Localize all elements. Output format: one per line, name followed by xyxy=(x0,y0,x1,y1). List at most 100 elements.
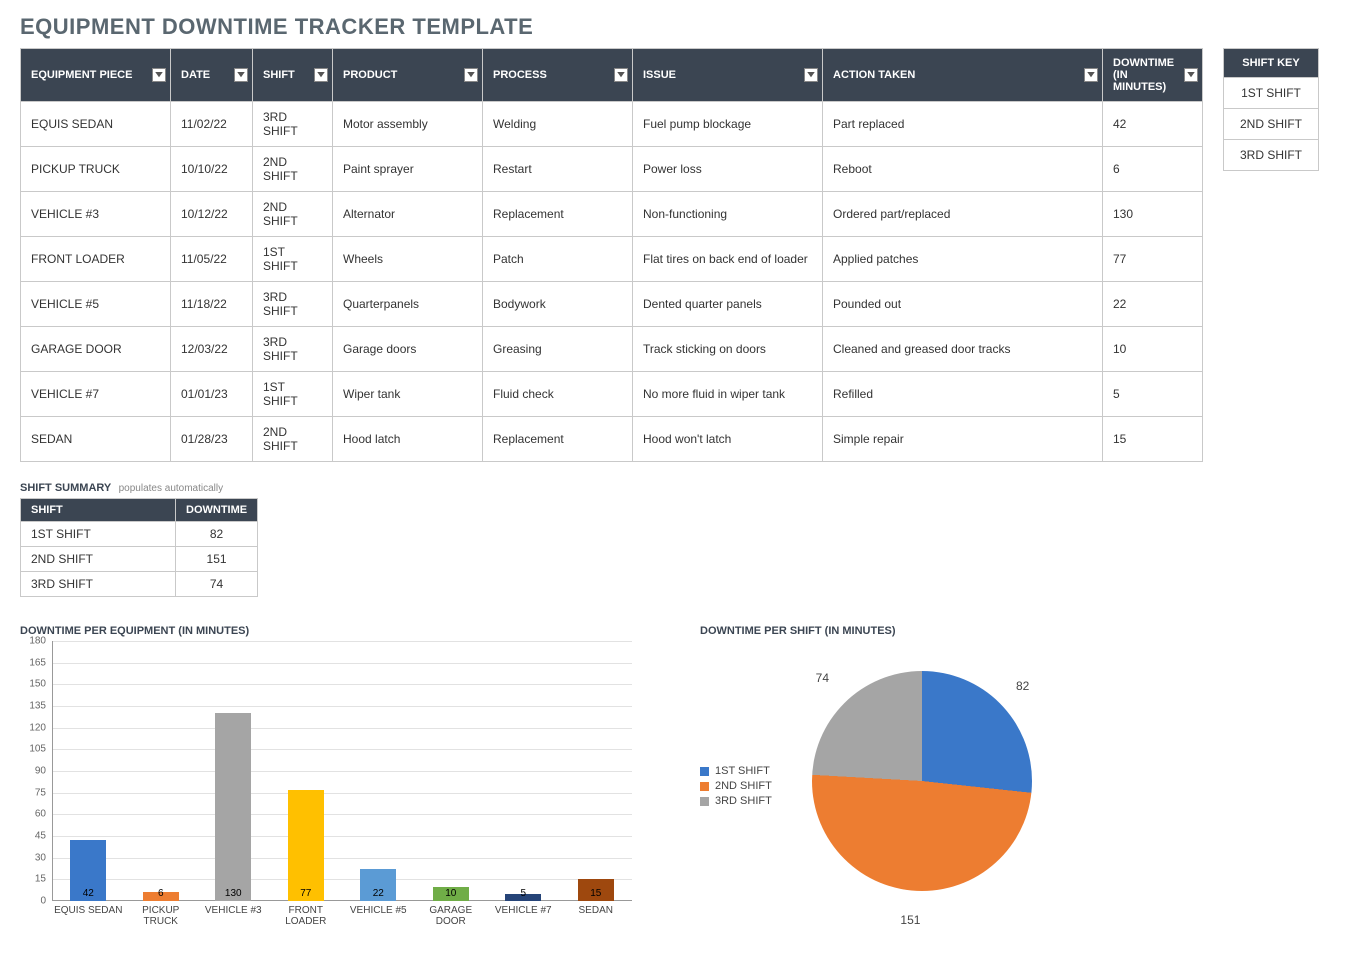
filter-dropdown-icon[interactable] xyxy=(464,68,478,82)
legend-item: 1ST SHIFT xyxy=(700,765,772,777)
cell-downtime: 22 xyxy=(1103,282,1203,327)
y-axis-tick: 165 xyxy=(29,657,46,668)
y-axis-tick: 15 xyxy=(35,874,46,885)
pie-chart-title: DOWNTIME PER SHIFT (IN MINUTES) xyxy=(700,625,1052,637)
cell-downtime: 5 xyxy=(1103,372,1203,417)
bar-value-label: 15 xyxy=(590,888,601,899)
cell-equipment: VEHICLE #3 xyxy=(21,192,171,237)
bar-value-label: 77 xyxy=(300,888,311,899)
filter-dropdown-icon[interactable] xyxy=(614,68,628,82)
cell-shift: 2ND SHIFT xyxy=(253,147,333,192)
filter-dropdown-icon[interactable] xyxy=(314,68,328,82)
x-axis-label: PICKUP TRUCK xyxy=(125,903,198,927)
cell-date: 12/03/22 xyxy=(171,327,253,372)
y-axis-tick: 90 xyxy=(35,766,46,777)
bar: 6 xyxy=(143,892,179,901)
summary-downtime-cell: 74 xyxy=(176,572,258,597)
column-header[interactable]: EQUIPMENT PIECE xyxy=(21,49,171,102)
summary-shift-cell: 2ND SHIFT xyxy=(21,547,176,572)
cell-process: Replacement xyxy=(483,192,633,237)
pie-data-label: 82 xyxy=(1016,679,1029,693)
summary-shift-cell: 1ST SHIFT xyxy=(21,522,176,547)
legend-swatch-icon xyxy=(700,767,709,776)
filter-dropdown-icon[interactable] xyxy=(1084,68,1098,82)
y-axis-tick: 0 xyxy=(40,896,46,907)
y-axis-tick: 105 xyxy=(29,744,46,755)
cell-downtime: 77 xyxy=(1103,237,1203,282)
cell-shift: 1ST SHIFT xyxy=(253,372,333,417)
y-axis-tick: 135 xyxy=(29,701,46,712)
cell-process: Welding xyxy=(483,102,633,147)
summary-label: SHIFT SUMMARY xyxy=(20,482,111,494)
table-row: SEDAN01/28/232ND SHIFTHood latchReplacem… xyxy=(21,417,1203,462)
legend-swatch-icon xyxy=(700,797,709,806)
column-header[interactable]: ISSUE xyxy=(633,49,823,102)
downtime-per-equipment-bar-chart: 0153045607590105120135150165180 42613077… xyxy=(20,641,640,941)
cell-shift: 3RD SHIFT xyxy=(253,102,333,147)
cell-product: Motor assembly xyxy=(333,102,483,147)
cell-downtime: 15 xyxy=(1103,417,1203,462)
summary-shift-cell: 3RD SHIFT xyxy=(21,572,176,597)
cell-process: Bodywork xyxy=(483,282,633,327)
cell-product: Wiper tank xyxy=(333,372,483,417)
cell-downtime: 130 xyxy=(1103,192,1203,237)
bar-value-label: 130 xyxy=(225,888,242,899)
legend-item: 3RD SHIFT xyxy=(700,795,772,807)
filter-dropdown-icon[interactable] xyxy=(152,68,166,82)
x-axis-label: FRONT LOADER xyxy=(270,903,343,927)
column-header[interactable]: DOWNTIME (IN MINUTES) xyxy=(1103,49,1203,102)
y-axis-tick: 45 xyxy=(35,831,46,842)
cell-downtime: 6 xyxy=(1103,147,1203,192)
column-header[interactable]: SHIFT xyxy=(253,49,333,102)
filter-dropdown-icon[interactable] xyxy=(1184,68,1198,82)
cell-issue: Non-functioning xyxy=(633,192,823,237)
bar: 130 xyxy=(215,713,251,901)
column-header[interactable]: PRODUCT xyxy=(333,49,483,102)
cell-date: 01/28/23 xyxy=(171,417,253,462)
legend-swatch-icon xyxy=(700,782,709,791)
cell-shift: 3RD SHIFT xyxy=(253,282,333,327)
legend-label: 3RD SHIFT xyxy=(715,795,772,807)
column-header[interactable]: ACTION TAKEN xyxy=(823,49,1103,102)
shift-summary-table: SHIFT DOWNTIME 1ST SHIFT822ND SHIFT1513R… xyxy=(20,498,258,597)
summary-downtime-cell: 82 xyxy=(176,522,258,547)
filter-dropdown-icon[interactable] xyxy=(234,68,248,82)
cell-product: Alternator xyxy=(333,192,483,237)
bar-value-label: 6 xyxy=(158,888,164,899)
cell-issue: Power loss xyxy=(633,147,823,192)
summary-downtime-cell: 151 xyxy=(176,547,258,572)
main-data-table: EQUIPMENT PIECEDATESHIFTPRODUCTPROCESSIS… xyxy=(20,48,1203,462)
legend-item: 2ND SHIFT xyxy=(700,780,772,792)
bar: 5 xyxy=(505,894,541,901)
y-axis-tick: 150 xyxy=(29,679,46,690)
cell-product: Paint sprayer xyxy=(333,147,483,192)
cell-date: 10/12/22 xyxy=(171,192,253,237)
column-header[interactable]: DATE xyxy=(171,49,253,102)
cell-issue: Fuel pump blockage xyxy=(633,102,823,147)
cell-product: Hood latch xyxy=(333,417,483,462)
cell-process: Restart xyxy=(483,147,633,192)
cell-shift: 3RD SHIFT xyxy=(253,327,333,372)
shift-key-row: 2ND SHIFT xyxy=(1224,109,1319,140)
bar: 15 xyxy=(578,879,614,901)
x-axis-label: VEHICLE #3 xyxy=(197,903,270,927)
shift-key-table: SHIFT KEY 1ST SHIFT2ND SHIFT3RD SHIFT xyxy=(1223,48,1319,171)
cell-issue: Track sticking on doors xyxy=(633,327,823,372)
pie-legend: 1ST SHIFT 2ND SHIFT 3RD SHIFT xyxy=(700,762,772,810)
cell-process: Fluid check xyxy=(483,372,633,417)
bar-chart-title: DOWNTIME PER EQUIPMENT (IN MINUTES) xyxy=(20,625,640,637)
cell-downtime: 42 xyxy=(1103,102,1203,147)
cell-date: 11/18/22 xyxy=(171,282,253,327)
cell-equipment: VEHICLE #7 xyxy=(21,372,171,417)
cell-issue: No more fluid in wiper tank xyxy=(633,372,823,417)
bar-value-label: 42 xyxy=(83,888,94,899)
bar-chart-block: DOWNTIME PER EQUIPMENT (IN MINUTES) 0153… xyxy=(20,625,640,941)
cell-product: Wheels xyxy=(333,237,483,282)
cell-shift: 1ST SHIFT xyxy=(253,237,333,282)
filter-dropdown-icon[interactable] xyxy=(804,68,818,82)
bar-value-label: 5 xyxy=(520,888,526,899)
cell-process: Greasing xyxy=(483,327,633,372)
column-header[interactable]: PROCESS xyxy=(483,49,633,102)
shift-key-row: 1ST SHIFT xyxy=(1224,78,1319,109)
cell-date: 11/02/22 xyxy=(171,102,253,147)
